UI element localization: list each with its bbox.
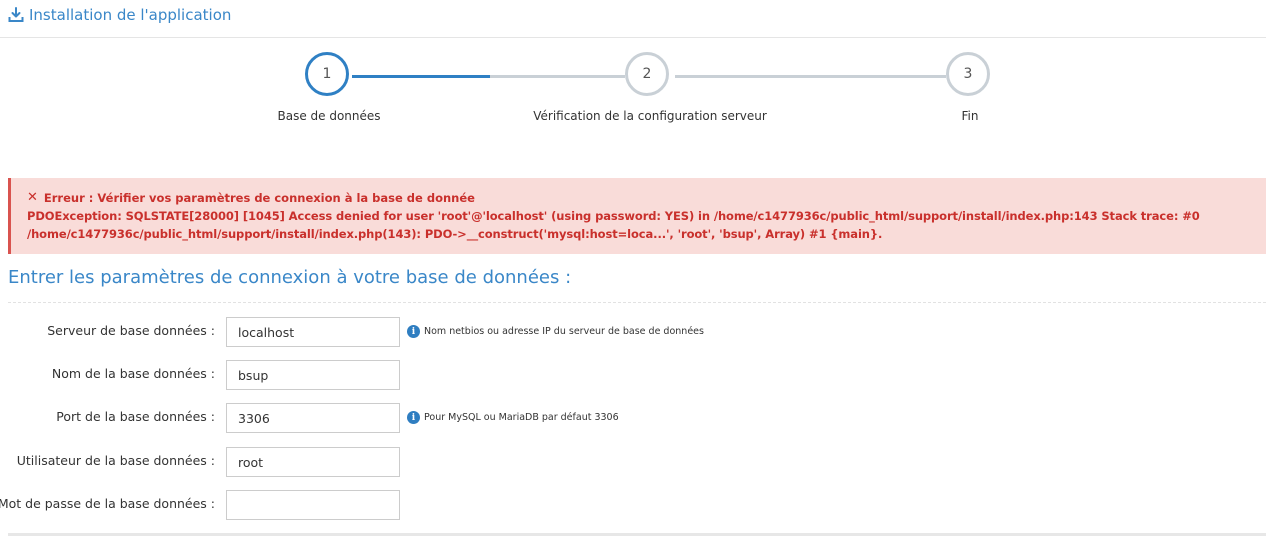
form-row-db-name: Nom de la base données : [0, 360, 1266, 390]
step-1-number: 1 [322, 66, 332, 82]
step-2-circle: 2 [625, 52, 669, 96]
page-title: Installation de l'application [29, 6, 232, 24]
form-row-db-user: Utilisateur de la base données : [0, 447, 1266, 477]
step-3-number: 3 [963, 66, 973, 82]
stepper-track-progress [352, 75, 490, 78]
section-divider [8, 302, 1266, 303]
alert-title-row: ✕ Erreur : Vérifier vos paramètres de co… [27, 189, 1256, 207]
install-stepper: 1 2 3 Base de données Vérification de la… [0, 38, 1266, 148]
bottom-divider [8, 533, 1266, 536]
db-server-input[interactable] [226, 317, 400, 347]
section-title: Entrer les paramètres de connexion à vot… [8, 267, 572, 288]
form-row-db-password: Mot de passe de la base données : [0, 490, 1266, 520]
db-server-label: Serveur de base données : [47, 323, 215, 338]
install-page: Installation de l'application 1 2 3 Base… [0, 0, 1266, 537]
info-icon: i [407, 325, 420, 338]
step-3-circle: 3 [946, 52, 990, 96]
step-3-label: Fin [961, 109, 979, 123]
close-icon: ✕ [27, 190, 38, 205]
db-password-label: Mot de passe de la base données : [0, 496, 215, 511]
error-alert: ✕ Erreur : Vérifier vos paramètres de co… [8, 178, 1266, 254]
db-user-input[interactable] [226, 447, 400, 477]
download-icon [8, 7, 24, 23]
db-server-hint: i Nom netbios ou adresse IP du serveur d… [407, 325, 704, 338]
db-name-input[interactable] [226, 360, 400, 390]
db-port-input[interactable] [226, 403, 400, 433]
db-server-hint-text: Nom netbios ou adresse IP du serveur de … [424, 326, 704, 337]
stepper-track [675, 75, 946, 78]
page-header: Installation de l'application [0, 0, 1266, 38]
alert-message: PDOException: SQLSTATE[28000] [1045] Acc… [27, 209, 1200, 241]
stepper-track [490, 75, 625, 78]
db-port-hint-text: Pour MySQL ou MariaDB par défaut 3306 [424, 412, 619, 423]
db-port-label: Port de la base données : [56, 409, 215, 424]
db-name-label: Nom de la base données : [51, 366, 215, 381]
db-user-label: Utilisateur de la base données : [16, 453, 215, 468]
form-row-db-server: Serveur de base données : i Nom netbios … [0, 317, 1266, 347]
form-row-db-port: Port de la base données : i Pour MySQL o… [0, 403, 1266, 433]
step-2-number: 2 [642, 66, 652, 82]
alert-title: Erreur : Vérifier vos paramètres de conn… [43, 191, 475, 205]
info-icon: i [407, 411, 420, 424]
step-1-label: Base de données [277, 109, 381, 123]
step-2-label: Vérification de la configuration serveur [533, 109, 767, 123]
step-1-circle: 1 [305, 52, 349, 96]
db-password-input[interactable] [226, 490, 400, 520]
db-port-hint: i Pour MySQL ou MariaDB par défaut 3306 [407, 411, 619, 424]
